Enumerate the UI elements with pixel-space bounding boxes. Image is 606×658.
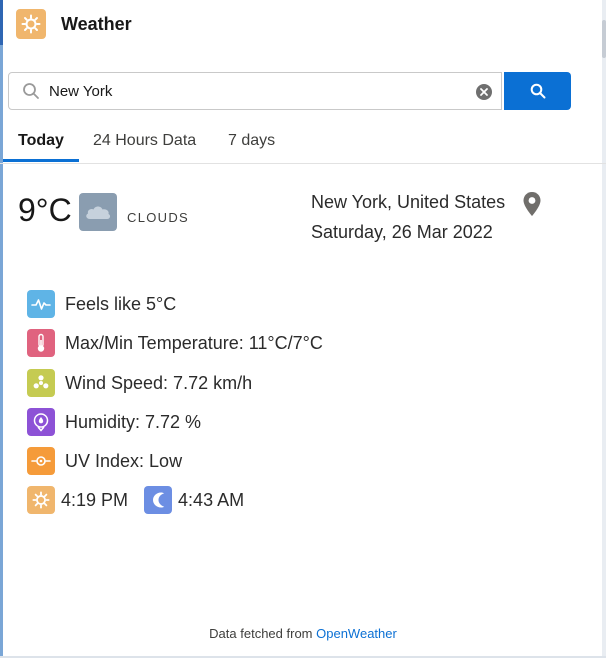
weather-condition: CLOUDS <box>127 210 189 225</box>
tab-24-hours-data[interactable]: 24 Hours Data <box>93 132 196 150</box>
wind-speed-label: Wind Speed: 7.72 km/h <box>65 372 253 393</box>
active-tab-indicator <box>3 159 79 162</box>
sunrise-icon <box>27 486 55 514</box>
search-field[interactable] <box>8 72 502 110</box>
location-pin-icon <box>522 191 542 217</box>
pulse-icon <box>27 290 55 318</box>
clear-icon[interactable] <box>475 83 493 101</box>
feels-like-label: Feels like 5°C <box>65 293 177 314</box>
tab-bar: Today 24 Hours Data 7 days <box>0 120 606 164</box>
max-min-row: Max/Min Temperature: 11°C/7°C <box>27 329 323 357</box>
tab-today[interactable]: Today <box>18 132 64 150</box>
search-input[interactable] <box>49 82 449 100</box>
sunset-time: 4:43 AM <box>178 489 245 510</box>
humidity-label: Humidity: 7.72 % <box>65 411 202 432</box>
app-title: Weather <box>61 13 132 34</box>
moon-icon <box>144 486 173 514</box>
tab-7-days[interactable]: 7 days <box>228 132 275 150</box>
sun-times-row: 4:19 PM 4:43 AM <box>27 486 244 514</box>
uv-row: UV Index: Low <box>27 447 182 475</box>
search-button-icon <box>530 83 545 99</box>
wind-fan-icon <box>27 369 55 397</box>
current-date: Saturday, 26 Mar 2022 <box>311 222 493 242</box>
humidity-row: Humidity: 7.72 % <box>27 408 201 436</box>
thermometer-icon <box>27 329 55 357</box>
sun-icon <box>16 9 46 39</box>
footer: Data fetched from OpenWeather <box>0 626 606 641</box>
uv-index-label: UV Index: Low <box>65 450 183 471</box>
footer-text: Data fetched from <box>209 626 313 641</box>
search-button[interactable] <box>504 72 571 110</box>
sunrise-time: 4:19 PM <box>61 489 129 510</box>
humidity-icon <box>27 408 55 436</box>
wind-row: Wind Speed: 7.72 km/h <box>27 369 252 397</box>
max-min-label: Max/Min Temperature: 11°C/7°C <box>65 332 323 353</box>
search-icon <box>22 81 42 101</box>
scrollbar[interactable] <box>602 0 606 658</box>
app-header: Weather <box>16 8 132 40</box>
location-name: New York, United States <box>311 192 506 212</box>
openweather-link[interactable]: OpenWeather <box>316 626 397 641</box>
cloud-icon <box>79 193 117 231</box>
window-left-edge <box>0 0 3 658</box>
current-temperature: 9°C <box>18 192 72 228</box>
uv-eye-icon <box>27 447 55 475</box>
feels-like-row: Feels like 5°C <box>27 290 176 318</box>
